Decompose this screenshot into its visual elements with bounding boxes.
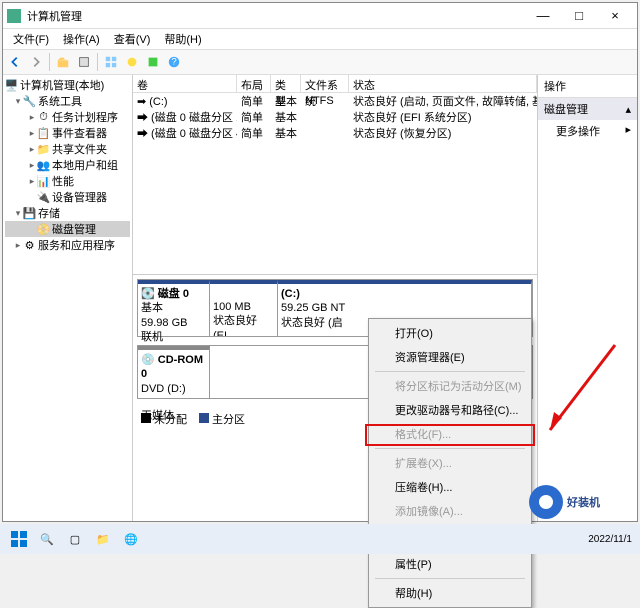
edge-icon[interactable]: 🌐 bbox=[120, 528, 142, 550]
ctx-extend: 扩展卷(X)... bbox=[371, 451, 529, 475]
taskbar-date[interactable]: 2022/11/1 bbox=[588, 534, 632, 545]
menu-action[interactable]: 操作(A) bbox=[57, 29, 106, 49]
col-layout[interactable]: 布局 bbox=[237, 75, 271, 92]
nav-tree: 🖥️计算机管理(本地) ▾🔧系统工具 ▸⏱任务计划程序 ▸📋事件查看器 ▸📁共享… bbox=[3, 75, 133, 521]
ctx-shrink[interactable]: 压缩卷(H)... bbox=[371, 475, 529, 499]
tree-diskmgmt[interactable]: 📀磁盘管理 bbox=[5, 221, 130, 237]
ctx-active: 将分区标记为活动分区(M) bbox=[371, 374, 529, 398]
volume-row[interactable]: ➡ (磁盘 0 磁盘分区 4)简单基本状态良好 (恢复分区) bbox=[133, 125, 537, 141]
svg-text:?: ? bbox=[171, 57, 176, 68]
window-title: 计算机管理 bbox=[27, 8, 525, 24]
forward-button[interactable] bbox=[26, 52, 46, 72]
explorer-icon[interactable]: 📁 bbox=[92, 528, 114, 550]
back-button[interactable] bbox=[5, 52, 25, 72]
partition-efi[interactable]: 100 MB状态良好 (EI bbox=[210, 280, 278, 336]
menubar: 文件(F) 操作(A) 查看(V) 帮助(H) bbox=[3, 29, 637, 49]
ctx-explore[interactable]: 资源管理器(E) bbox=[371, 345, 529, 369]
help-button[interactable]: ? bbox=[164, 52, 184, 72]
actions-pane: 操作 磁盘管理▴ 更多操作▸ bbox=[537, 75, 637, 521]
tree-event[interactable]: ▸📋事件查看器 bbox=[5, 125, 130, 141]
col-volume[interactable]: 卷 bbox=[133, 75, 237, 92]
tree-perf[interactable]: ▸📊性能 bbox=[5, 173, 130, 189]
watermark: 好装机 bbox=[529, 485, 600, 519]
ctx-properties[interactable]: 属性(P) bbox=[371, 552, 529, 576]
tree-share[interactable]: ▸📁共享文件夹 bbox=[5, 141, 130, 157]
chevron-up-icon: ▴ bbox=[625, 103, 631, 116]
volume-row[interactable]: ➡ (C:)简单基本NTFS状态良好 (启动, 页面文件, 故障转储, 基本数据 bbox=[133, 93, 537, 109]
ctx-mirror: 添加镜像(A)... bbox=[371, 499, 529, 523]
ctx-open[interactable]: 打开(O) bbox=[371, 321, 529, 345]
app-icon bbox=[7, 9, 21, 23]
tree-systools[interactable]: ▾🔧系统工具 bbox=[5, 93, 130, 109]
volume-row[interactable]: ➡ (磁盘 0 磁盘分区 1)简单基本状态良好 (EFI 系统分区) bbox=[133, 109, 537, 125]
actions-more[interactable]: 更多操作▸ bbox=[538, 120, 637, 142]
tree-storage[interactable]: ▾💾存储 bbox=[5, 205, 130, 221]
tb-icon-1[interactable] bbox=[122, 52, 142, 72]
tree-root[interactable]: 🖥️计算机管理(本地) bbox=[5, 77, 130, 93]
ctx-help[interactable]: 帮助(H) bbox=[371, 581, 529, 605]
col-type[interactable]: 类型 bbox=[271, 75, 301, 92]
col-status[interactable]: 状态 bbox=[349, 75, 537, 92]
actions-selected[interactable]: 磁盘管理▴ bbox=[538, 98, 637, 120]
watermark-icon bbox=[529, 485, 563, 519]
minimize-button[interactable]: — bbox=[525, 4, 561, 28]
properties-button[interactable] bbox=[74, 52, 94, 72]
refresh-button[interactable] bbox=[101, 52, 121, 72]
ctx-format: 格式化(F)... bbox=[371, 422, 529, 446]
start-button[interactable] bbox=[8, 528, 30, 550]
col-fs[interactable]: 文件系统 bbox=[301, 75, 349, 92]
maximize-button[interactable]: □ bbox=[561, 4, 597, 28]
volume-list[interactable]: 卷 布局 类型 文件系统 状态 ➡ (C:)简单基本NTFS状态良好 (启动, … bbox=[133, 75, 537, 275]
disk-0-header[interactable]: 💽 磁盘 0 基本 59.98 GB 联机 bbox=[138, 280, 210, 336]
search-icon[interactable]: 🔍 bbox=[36, 528, 58, 550]
chevron-right-icon: ▸ bbox=[625, 123, 631, 139]
ctx-change-letter[interactable]: 更改驱动器号和路径(C)... bbox=[371, 398, 529, 422]
tree-services[interactable]: ▸⚙服务和应用程序 bbox=[5, 237, 130, 253]
tree-task[interactable]: ▸⏱任务计划程序 bbox=[5, 109, 130, 125]
tree-users[interactable]: ▸👥本地用户和组 bbox=[5, 157, 130, 173]
cdrom-header[interactable]: 💿 CD-ROM 0 DVD (D:) 无媒体 bbox=[138, 346, 210, 398]
actions-header: 操作 bbox=[538, 75, 637, 98]
taskview-icon[interactable]: ▢ bbox=[64, 528, 86, 550]
menu-file[interactable]: 文件(F) bbox=[7, 29, 55, 49]
close-button[interactable]: × bbox=[597, 4, 633, 28]
taskbar: 🔍 ▢ 📁 🌐 2022/11/1 bbox=[0, 524, 640, 554]
volume-header: 卷 布局 类型 文件系统 状态 bbox=[133, 75, 537, 93]
context-menu: 打开(O) 资源管理器(E) 将分区标记为活动分区(M) 更改驱动器号和路径(C… bbox=[368, 318, 532, 608]
up-button[interactable] bbox=[53, 52, 73, 72]
toolbar: ? bbox=[3, 49, 637, 75]
titlebar: 计算机管理 — □ × bbox=[3, 3, 637, 29]
tb-icon-2[interactable] bbox=[143, 52, 163, 72]
tree-devmgr[interactable]: 🔌设备管理器 bbox=[5, 189, 130, 205]
menu-view[interactable]: 查看(V) bbox=[108, 29, 157, 49]
menu-help[interactable]: 帮助(H) bbox=[158, 29, 207, 49]
